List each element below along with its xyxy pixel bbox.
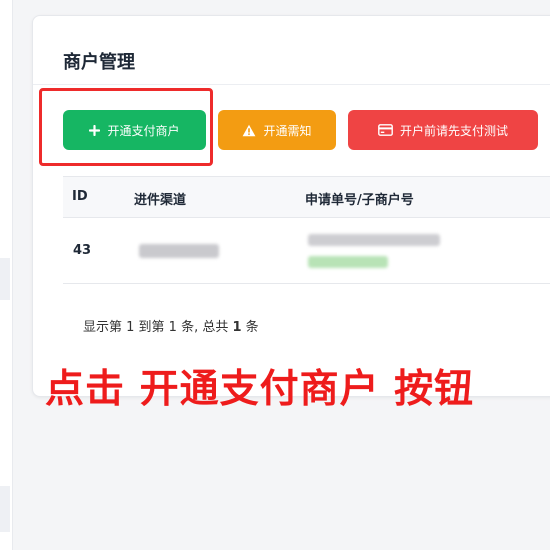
sidebar-edge-item xyxy=(0,486,10,532)
notice-label: 开通需知 xyxy=(263,123,312,138)
table-row[interactable]: 43 xyxy=(63,218,550,284)
page-title: 商户管理 xyxy=(63,52,135,73)
highlight-box xyxy=(39,88,213,166)
merchant-card: 商户管理 开通支付商户 开通需知 开户前请先支付测试 ID 进件渠道 申请单号/… xyxy=(32,15,550,397)
pagination-suffix: 条 xyxy=(241,320,259,335)
blurred-channel xyxy=(139,244,219,258)
instruction-annotation: 点击 开通支付商户 按钮 xyxy=(45,367,475,412)
column-header-order-no: 申请单号/子商户号 xyxy=(305,193,414,208)
sidebar-edge-item xyxy=(0,258,10,300)
pagination-total: 1 xyxy=(232,320,242,335)
notice-button[interactable]: 开通需知 xyxy=(218,110,336,150)
cell-id: 43 xyxy=(73,243,92,258)
title-divider xyxy=(33,84,550,85)
warning-icon xyxy=(242,124,256,137)
blurred-order-number xyxy=(308,234,440,246)
column-header-channel: 进件渠道 xyxy=(134,193,187,208)
sidebar-edge xyxy=(0,0,13,550)
payment-test-button[interactable]: 开户前请先支付测试 xyxy=(348,110,538,150)
pagination-info: 显示第 1 到第 1 条, 总共 1 条 xyxy=(83,316,259,335)
table-header: ID 进件渠道 申请单号/子商户号 xyxy=(63,177,550,218)
pagination-prefix: 显示第 1 到第 1 条, 总共 xyxy=(83,320,233,335)
payment-test-label: 开户前请先支付测试 xyxy=(399,123,508,138)
blurred-sub-merchant-number xyxy=(308,256,388,268)
column-header-id: ID xyxy=(72,189,88,204)
credit-card-icon xyxy=(378,124,393,136)
merchant-table: ID 进件渠道 申请单号/子商户号 43 xyxy=(63,176,550,284)
